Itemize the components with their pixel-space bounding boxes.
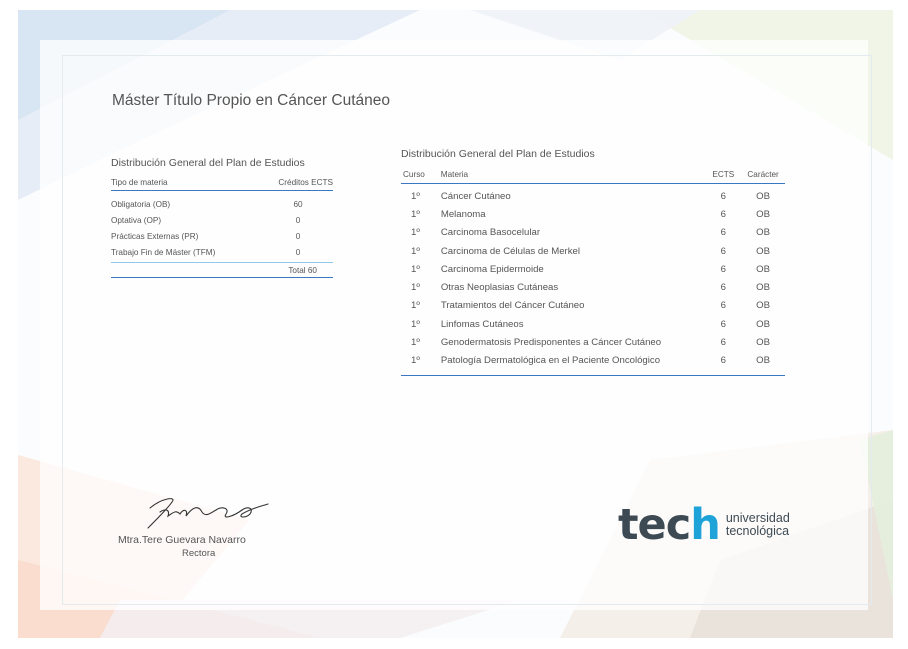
detail-table-body: 1º Cáncer Cutáneo 6 OB 1º Melanoma 6 OB …	[401, 184, 785, 376]
summary-table-title: Distribución General del Plan de Estudio…	[111, 157, 305, 169]
table-row: Optativa (OP) 0	[111, 212, 333, 228]
header-ects: ECTS	[712, 170, 735, 179]
row-subject: Tratamientos del Cáncer Cutáneo	[440, 300, 585, 312]
header-character: Carácter	[747, 170, 779, 179]
row-character: OB	[756, 208, 771, 220]
row-ects: 6	[720, 318, 726, 330]
row-character: OB	[756, 245, 771, 257]
detail-table: Distribución General del Plan de Estudio…	[401, 148, 785, 376]
signatory-name: Mtra.Tere Guevara Navarro	[118, 534, 246, 546]
table-row: 1º Patología Dermatológica en el Pacient…	[401, 352, 785, 370]
row-course: 1º	[411, 318, 420, 330]
table-row: Trabajo Fin de Máster (TFM) 0	[111, 244, 333, 260]
table-row: Prácticas Externas (PR) 0	[111, 228, 333, 244]
row-ects: 6	[720, 263, 726, 275]
row-course: 1º	[411, 300, 420, 312]
row-subject: Cáncer Cutáneo	[440, 190, 511, 202]
row-ects: 6	[720, 245, 726, 257]
row-course: 1º	[411, 208, 420, 220]
row-subject: Linfomas Cutáneos	[440, 318, 524, 330]
table-row: 1º Linfomas Cutáneos 6 OB	[401, 315, 785, 333]
row-credits: 0	[295, 247, 301, 257]
row-character: OB	[756, 190, 771, 202]
header-credits: Créditos ECTS	[278, 178, 333, 187]
row-type: Optativa (OP)	[111, 215, 162, 225]
logo-subtitle: universidad tecnológica	[725, 511, 790, 538]
header-subject: Materia	[440, 170, 469, 179]
signature-block: Mtra.Tere Guevara Navarro Rectora	[112, 490, 292, 559]
row-course: 1º	[411, 245, 420, 257]
row-credits: 0	[295, 215, 301, 225]
tech-logo: tech universidad tecnológica	[618, 500, 790, 550]
row-character: OB	[756, 227, 771, 239]
row-credits: 0	[295, 231, 301, 241]
row-course: 1º	[411, 190, 420, 202]
row-ects: 6	[720, 190, 726, 202]
table-row: 1º Carcinoma Epidermoide 6 OB	[401, 260, 785, 278]
detail-table-header: Curso Materia ECTS Carácter	[401, 170, 785, 184]
row-type: Obligatoria (OB)	[111, 199, 171, 209]
row-character: OB	[756, 318, 771, 330]
row-course: 1º	[411, 227, 420, 239]
signatory-role: Rectora	[182, 548, 216, 559]
logo-word-suffix: h	[690, 499, 721, 550]
header-course: Curso	[403, 170, 425, 179]
row-course: 1º	[411, 355, 420, 367]
row-ects: 6	[720, 300, 726, 312]
row-course: 1º	[411, 263, 420, 275]
row-subject: Carcinoma Epidermoide	[440, 263, 544, 275]
logo-wordmark: tech	[618, 503, 721, 547]
table-row: Obligatoria (OB) 60	[111, 196, 333, 212]
row-subject: Carcinoma Basocelular	[440, 227, 541, 239]
table-row: 1º Cáncer Cutáneo 6 OB	[401, 187, 785, 205]
row-credits: 60	[293, 199, 303, 209]
row-character: OB	[756, 263, 771, 275]
row-course: 1º	[411, 337, 420, 349]
row-type: Trabajo Fin de Máster (TFM)	[111, 247, 216, 257]
row-subject: Patología Dermatológica en el Paciente O…	[440, 355, 661, 367]
table-row: 1º Genodermatosis Predisponentes a Cánce…	[401, 333, 785, 351]
table-row: 1º Tratamientos del Cáncer Cutáneo 6 OB	[401, 297, 785, 315]
summary-table-body: Obligatoria (OB) 60 Optativa (OP) 0 Prác…	[111, 191, 333, 262]
document-title: Máster Título Propio en Cáncer Cutáneo	[112, 92, 391, 109]
table-row: 1º Otras Neoplasias Cutáneas 6 OB	[401, 278, 785, 296]
header-type: Tipo de materia	[111, 178, 168, 187]
table-row: 1º Carcinoma Basocelular 6 OB	[401, 224, 785, 242]
row-subject: Carcinoma de Células de Merkel	[440, 245, 581, 257]
row-subject: Melanoma	[440, 208, 486, 220]
logo-word-prefix: tec	[618, 499, 691, 550]
row-course: 1º	[411, 282, 420, 294]
summary-total: Total 60	[111, 262, 333, 278]
table-row: 1º Melanoma 6 OB	[401, 205, 785, 223]
row-character: OB	[756, 282, 771, 294]
row-type: Prácticas Externas (PR)	[111, 231, 199, 241]
summary-table: Distribución General del Plan de Estudio…	[111, 157, 333, 278]
summary-table-header: Tipo de materia Créditos ECTS	[111, 178, 333, 191]
row-subject: Genodermatosis Predisponentes a Cáncer C…	[440, 337, 662, 349]
table-row: 1º Carcinoma de Células de Merkel 6 OB	[401, 242, 785, 260]
row-ects: 6	[720, 282, 726, 294]
row-ects: 6	[720, 227, 726, 239]
row-character: OB	[756, 300, 771, 312]
row-ects: 6	[720, 355, 726, 367]
row-character: OB	[756, 355, 771, 367]
row-subject: Otras Neoplasias Cutáneas	[440, 282, 559, 294]
logo-line-2: tecnológica	[725, 524, 790, 538]
row-character: OB	[756, 337, 771, 349]
detail-table-title: Distribución General del Plan de Estudio…	[401, 148, 595, 160]
handwritten-signature	[147, 498, 269, 529]
row-ects: 6	[720, 337, 726, 349]
row-ects: 6	[720, 208, 726, 220]
